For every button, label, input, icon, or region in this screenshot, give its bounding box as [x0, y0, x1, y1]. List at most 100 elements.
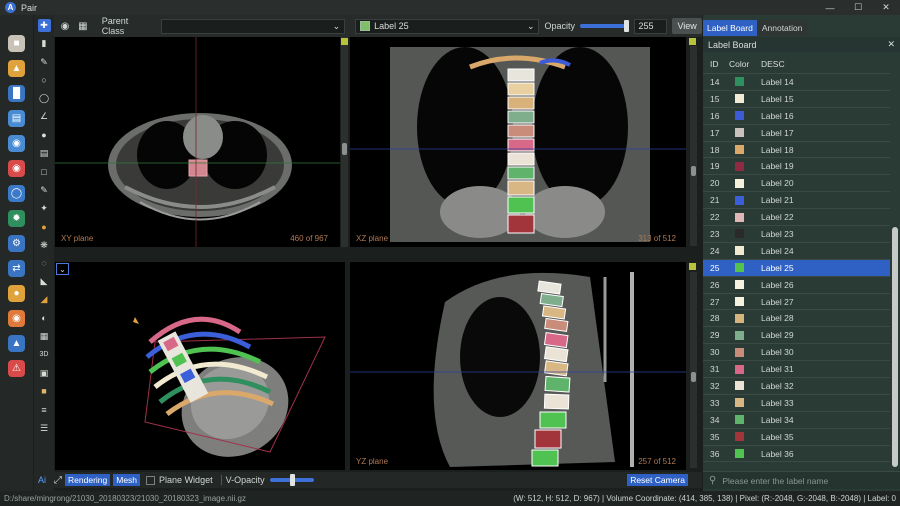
plane-widget-checkbox[interactable]	[146, 475, 156, 485]
reset-camera-button[interactable]: Reset Camera	[627, 474, 688, 486]
label-row[interactable]: 26 Label 26	[703, 277, 890, 294]
box-tool-icon[interactable]: ■	[38, 385, 51, 398]
xy-plane-viewport[interactable]: XY plane 460 of 967	[55, 37, 340, 247]
layers-tool-icon[interactable]: ▤	[38, 147, 51, 160]
label-row[interactable]: 23 Label 23	[703, 226, 890, 243]
network-app-icon[interactable]: ⇄	[8, 260, 25, 277]
close-icon[interactable]: ✕	[872, 0, 900, 15]
expand-icon[interactable]: ⤢	[54, 475, 62, 486]
pen-tool-icon[interactable]: ✎	[38, 56, 51, 69]
record-app-icon[interactable]: ◉	[8, 310, 25, 327]
view-menu-chevron-icon[interactable]: ⌄	[56, 263, 69, 275]
xz-corner-handle-icon-right[interactable]	[689, 38, 696, 45]
mesh-toggle[interactable]: Mesh	[113, 474, 141, 486]
lasso-tool-icon[interactable]: ◯	[38, 92, 51, 105]
label-row[interactable]: 19 Label 19	[703, 158, 890, 176]
xy-slice-scroll-thumb[interactable]	[342, 143, 347, 155]
view-button[interactable]: View	[672, 18, 702, 34]
xz-plane-viewport[interactable]: XZ plane 313 of 512	[350, 37, 686, 247]
sphere-tool-icon[interactable]: ●	[38, 220, 51, 233]
tab-annotation[interactable]: Annotation	[757, 20, 807, 36]
parent-class-select[interactable]: ⌄	[160, 18, 346, 34]
xz-slice-scrollbar[interactable]	[690, 46, 697, 246]
gradient-tool-icon[interactable]: ◢	[38, 293, 51, 306]
3d-tool-icon[interactable]: 3D	[38, 348, 51, 361]
crosshair-tool-icon[interactable]: ✚	[37, 19, 51, 32]
mesh-tool-icon[interactable]: ❋	[38, 239, 51, 252]
cell-app-icon[interactable]: ✹	[8, 210, 25, 227]
yz-slice-scrollbar[interactable]	[690, 272, 697, 468]
label-row[interactable]: 28 Label 28	[703, 310, 890, 328]
label-row[interactable]: 27 Label 27	[703, 294, 890, 311]
label-row[interactable]: 30 Label 30	[703, 344, 890, 362]
label-table-scrollbar[interactable]	[892, 75, 898, 475]
fill-tool-icon[interactable]: ◣	[38, 275, 51, 288]
rendering-toggle[interactable]: Rendering	[65, 474, 111, 486]
label-row[interactable]: 24 Label 24	[703, 243, 890, 260]
grid-tool-icon[interactable]: ▦	[38, 330, 51, 343]
label-row[interactable]: 32 Label 32	[703, 378, 890, 395]
close-icon[interactable]: ✕	[887, 39, 895, 50]
rect-tool-icon[interactable]: □	[38, 165, 51, 178]
ai-label[interactable]: Ai	[38, 475, 46, 485]
column-desc[interactable]: DESC	[757, 59, 890, 69]
label-table-scroll-thumb[interactable]	[892, 227, 898, 467]
pin-tool-icon[interactable]: ●	[38, 129, 51, 142]
yz-corner-handle-icon[interactable]	[689, 263, 696, 270]
xz-corner-handle-icon[interactable]	[341, 38, 348, 45]
column-color[interactable]: Color	[727, 59, 757, 69]
document-app-icon[interactable]: ▤	[8, 110, 25, 127]
image-app-icon[interactable]: ◉	[8, 135, 25, 152]
warning-app-icon[interactable]: ⚠	[8, 360, 25, 377]
label-row[interactable]: 33 Label 33	[703, 395, 890, 412]
label-row[interactable]: 17 Label 17	[703, 125, 890, 142]
label-search-field[interactable]: ⚲ Please enter the label name	[703, 471, 900, 489]
settings-app-icon[interactable]: ⚙	[8, 235, 25, 252]
eye-icon[interactable]: ◉	[58, 19, 72, 33]
list-tool-icon[interactable]: ☰	[38, 422, 51, 435]
tab-label-board[interactable]: Label Board	[703, 20, 757, 36]
label-row[interactable]: 22 Label 22	[703, 209, 890, 227]
opacity-slider-knob[interactable]	[624, 20, 629, 32]
brain-app-icon[interactable]: ◯	[8, 185, 25, 202]
export-app-icon[interactable]: ▲	[8, 335, 25, 352]
xz-slice-scroll-thumb[interactable]	[691, 166, 696, 176]
wand-tool-icon[interactable]: ✦	[38, 202, 51, 215]
folder-app-icon[interactable]: ▲	[8, 60, 25, 77]
label-row[interactable]: 31 Label 31	[703, 361, 890, 379]
maximize-icon[interactable]: ☐	[844, 0, 872, 15]
dotted-circle-tool-icon[interactable]: ◌	[38, 257, 51, 270]
palette-app-icon[interactable]: ◉	[8, 160, 25, 177]
label-row[interactable]: 16 Label 16	[703, 108, 890, 125]
eraser-tool-icon[interactable]: ▮	[38, 37, 51, 50]
contrast-tool-icon[interactable]: ◐	[38, 312, 51, 325]
label-row[interactable]: 15 Label 15	[703, 91, 890, 108]
label-row[interactable]: 21 Label 21	[703, 192, 890, 210]
brush-tool-icon[interactable]: ✎	[38, 184, 51, 197]
chart-app-icon[interactable]: █	[8, 85, 25, 102]
opacity-slider[interactable]	[580, 20, 629, 32]
minimize-icon[interactable]: —	[816, 0, 844, 15]
label-row[interactable]: 34 Label 34	[703, 412, 890, 429]
label-row[interactable]: 35 Label 35	[703, 429, 890, 446]
home-app-icon[interactable]: ■	[8, 35, 25, 52]
yz-plane-viewport[interactable]: YZ plane 257 of 512	[350, 262, 686, 470]
xy-slice-scrollbar[interactable]	[341, 37, 348, 247]
opacity-value-field[interactable]: 255	[633, 18, 668, 34]
cube-tool-icon[interactable]: ▣	[38, 367, 51, 380]
label-row[interactable]: 36 Label 36	[703, 446, 890, 463]
yz-slice-scroll-thumb[interactable]	[691, 372, 696, 382]
idea-app-icon[interactable]: ●	[8, 285, 25, 302]
label-row[interactable]: 20 Label 20	[703, 175, 890, 193]
label-select[interactable]: Label 25 ⌄	[355, 18, 540, 34]
label-row[interactable]: 18 Label 18	[703, 142, 890, 159]
angle-tool-icon[interactable]: ∠	[38, 110, 51, 123]
column-id[interactable]: ID	[703, 59, 727, 69]
label-row[interactable]: 25 Label 25	[703, 259, 890, 277]
v-opacity-slider[interactable]	[269, 474, 314, 486]
circle-tool-icon[interactable]: ○	[38, 74, 51, 87]
v-opacity-slider-knob[interactable]	[289, 474, 295, 486]
3d-render-viewport[interactable]: ⌄	[55, 262, 345, 470]
sliders-tool-icon[interactable]: ≡	[38, 403, 51, 416]
label-row[interactable]: 14 Label 14	[703, 74, 890, 91]
